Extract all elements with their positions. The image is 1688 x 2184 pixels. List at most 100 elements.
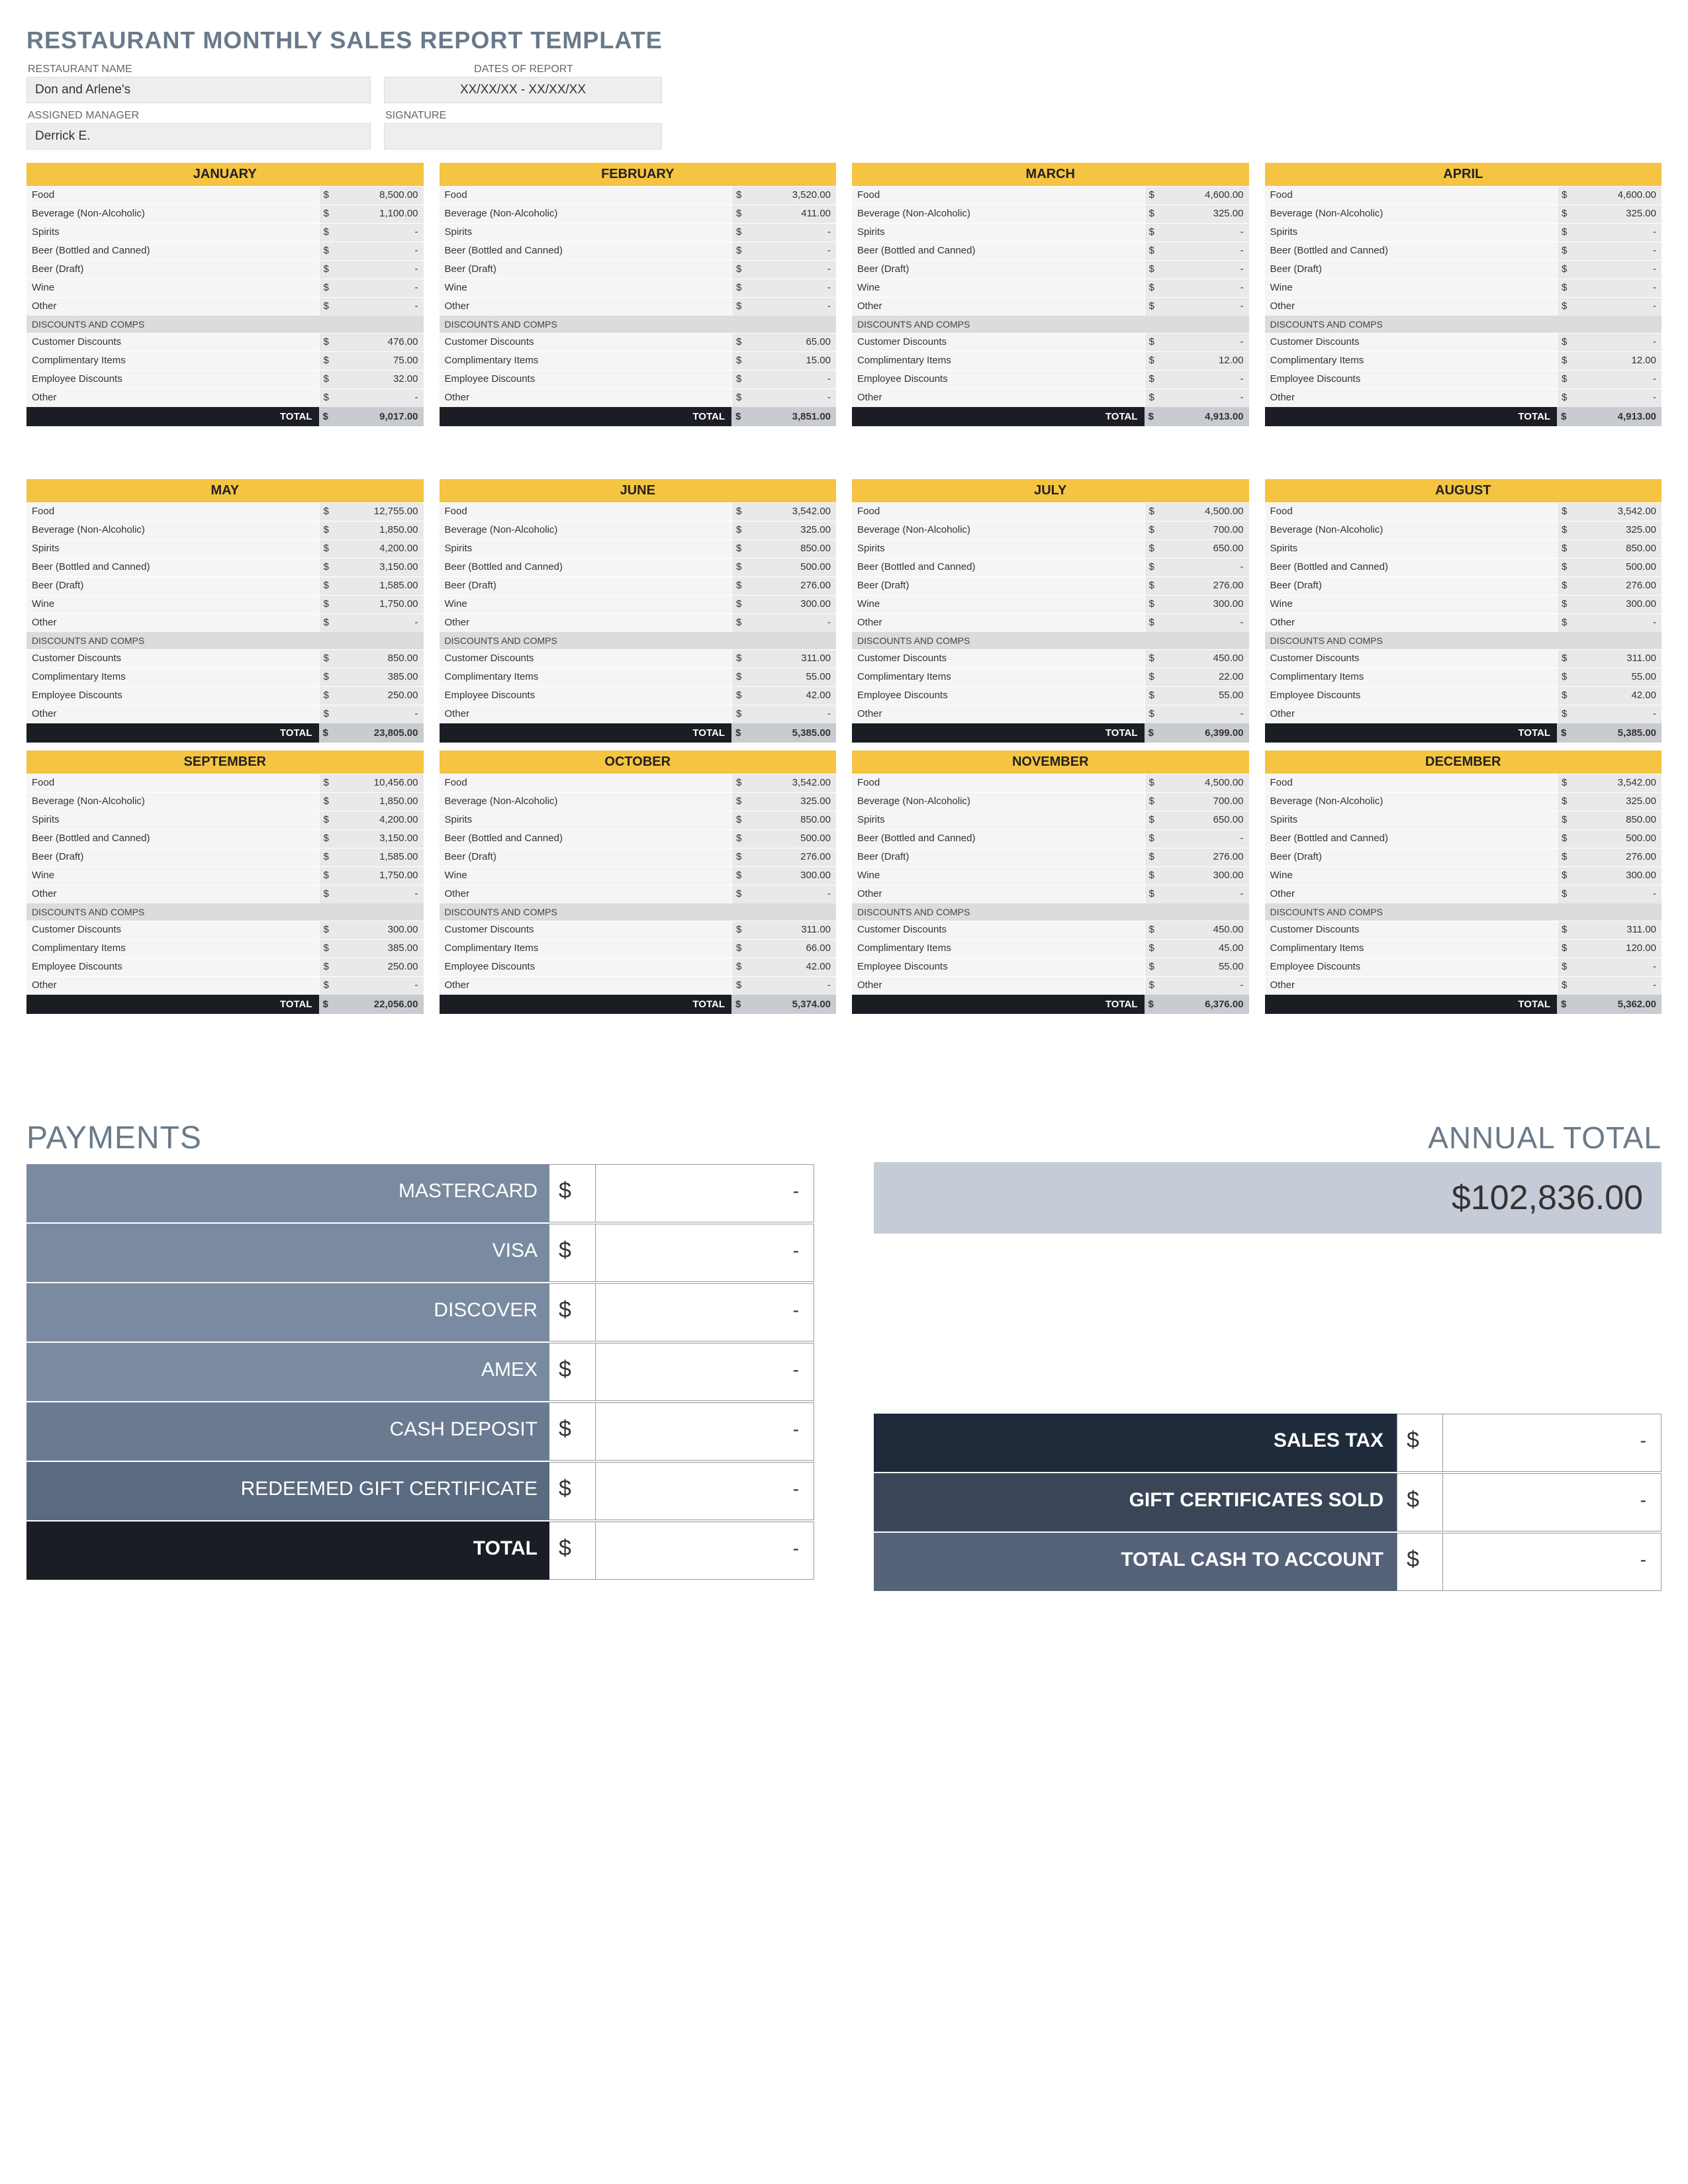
discount-value[interactable]: - [1575,389,1662,407]
summary-value[interactable]: - [1443,1414,1662,1472]
sales-value[interactable]: 300.00 [1575,867,1662,885]
sales-value[interactable]: 300.00 [750,596,836,614]
discount-value[interactable]: 55.00 [1163,958,1249,976]
sales-value[interactable]: 700.00 [1163,522,1249,539]
payment-value[interactable]: - [596,1283,814,1342]
sales-value[interactable]: 325.00 [1575,522,1662,539]
sales-value[interactable]: 850.00 [750,540,836,558]
payment-value[interactable]: - [596,1402,814,1461]
discount-value[interactable]: 300.00 [338,921,424,939]
restaurant-name-field[interactable]: Don and Arlene's [26,77,371,103]
sales-value[interactable]: 1,585.00 [338,848,424,866]
discount-value[interactable]: 55.00 [1575,668,1662,686]
sales-value[interactable]: 300.00 [1163,596,1249,614]
sales-value[interactable]: 500.00 [750,830,836,848]
summary-value[interactable]: - [1443,1533,1662,1591]
discount-value[interactable]: - [750,977,836,995]
sales-value[interactable]: - [1163,830,1249,848]
sales-value[interactable]: - [750,886,836,903]
sales-value[interactable]: 325.00 [1163,205,1249,223]
sales-value[interactable]: 276.00 [1163,577,1249,595]
discount-value[interactable]: 850.00 [338,650,424,668]
discount-value[interactable]: - [1575,958,1662,976]
sales-value[interactable]: - [1163,559,1249,576]
sales-value[interactable]: - [338,298,424,316]
discount-value[interactable]: 120.00 [1575,940,1662,958]
sales-value[interactable]: 4,200.00 [338,540,424,558]
discount-value[interactable]: 12.00 [1163,352,1249,370]
sales-value[interactable]: - [338,224,424,242]
discount-value[interactable]: - [338,705,424,723]
discount-value[interactable]: - [338,977,424,995]
sales-value[interactable]: - [750,224,836,242]
sales-value[interactable]: - [1575,279,1662,297]
sales-value[interactable]: 8,500.00 [338,187,424,205]
discount-value[interactable]: - [1163,389,1249,407]
discount-value[interactable]: - [750,371,836,388]
discount-value[interactable]: - [750,705,836,723]
sales-value[interactable]: 10,456.00 [338,774,424,792]
sales-value[interactable]: - [1575,242,1662,260]
sales-value[interactable]: 650.00 [1163,540,1249,558]
sales-value[interactable]: - [750,298,836,316]
sales-value[interactable]: 276.00 [750,577,836,595]
discount-value[interactable]: 450.00 [1163,650,1249,668]
sales-value[interactable]: 325.00 [750,793,836,811]
sales-value[interactable]: - [1163,298,1249,316]
sales-value[interactable]: - [338,886,424,903]
sales-value[interactable]: - [1163,242,1249,260]
discount-value[interactable]: 22.00 [1163,668,1249,686]
payment-value[interactable]: - [596,1462,814,1520]
discount-value[interactable]: - [1163,705,1249,723]
sales-value[interactable]: 1,850.00 [338,793,424,811]
sales-value[interactable]: 3,150.00 [338,559,424,576]
sales-value[interactable]: - [1163,224,1249,242]
discount-value[interactable]: 311.00 [750,650,836,668]
discount-value[interactable]: 15.00 [750,352,836,370]
discount-value[interactable]: 66.00 [750,940,836,958]
sales-value[interactable]: 3,542.00 [1575,774,1662,792]
sales-value[interactable]: 276.00 [1163,848,1249,866]
signature-field[interactable] [384,123,662,150]
sales-value[interactable]: 12,755.00 [338,503,424,521]
discount-value[interactable]: - [1163,977,1249,995]
sales-value[interactable]: 411.00 [750,205,836,223]
discount-value[interactable]: 385.00 [338,668,424,686]
sales-value[interactable]: 4,500.00 [1163,503,1249,521]
sales-value[interactable]: 1,100.00 [338,205,424,223]
discount-value[interactable]: - [1163,371,1249,388]
sales-value[interactable]: 3,520.00 [750,187,836,205]
sales-value[interactable]: 500.00 [750,559,836,576]
discount-value[interactable]: 32.00 [338,371,424,388]
sales-value[interactable]: 3,150.00 [338,830,424,848]
sales-value[interactable]: - [750,242,836,260]
sales-value[interactable]: 300.00 [1163,867,1249,885]
discount-value[interactable]: 55.00 [1163,687,1249,705]
discount-value[interactable]: 311.00 [1575,921,1662,939]
discount-value[interactable]: 311.00 [1575,650,1662,668]
discount-value[interactable]: 55.00 [750,668,836,686]
sales-value[interactable]: 650.00 [1163,811,1249,829]
sales-value[interactable]: 3,542.00 [1575,503,1662,521]
sales-value[interactable]: 300.00 [750,867,836,885]
sales-value[interactable]: - [338,279,424,297]
sales-value[interactable]: - [1575,261,1662,279]
summary-value[interactable]: - [1443,1473,1662,1531]
sales-value[interactable]: 4,200.00 [338,811,424,829]
sales-value[interactable]: 4,600.00 [1575,187,1662,205]
discount-value[interactable]: - [338,389,424,407]
sales-value[interactable]: 1,750.00 [338,596,424,614]
discount-value[interactable]: - [1163,334,1249,351]
payment-value[interactable]: - [596,1224,814,1282]
discount-value[interactable]: 311.00 [750,921,836,939]
payment-value[interactable]: - [596,1522,814,1580]
sales-value[interactable]: 1,585.00 [338,577,424,595]
sales-value[interactable]: - [338,614,424,632]
payment-value[interactable]: - [596,1343,814,1401]
discount-value[interactable]: 65.00 [750,334,836,351]
sales-value[interactable]: - [1575,224,1662,242]
sales-value[interactable]: - [1575,614,1662,632]
discount-value[interactable]: 250.00 [338,687,424,705]
sales-value[interactable]: 500.00 [1575,559,1662,576]
discount-value[interactable]: 42.00 [1575,687,1662,705]
